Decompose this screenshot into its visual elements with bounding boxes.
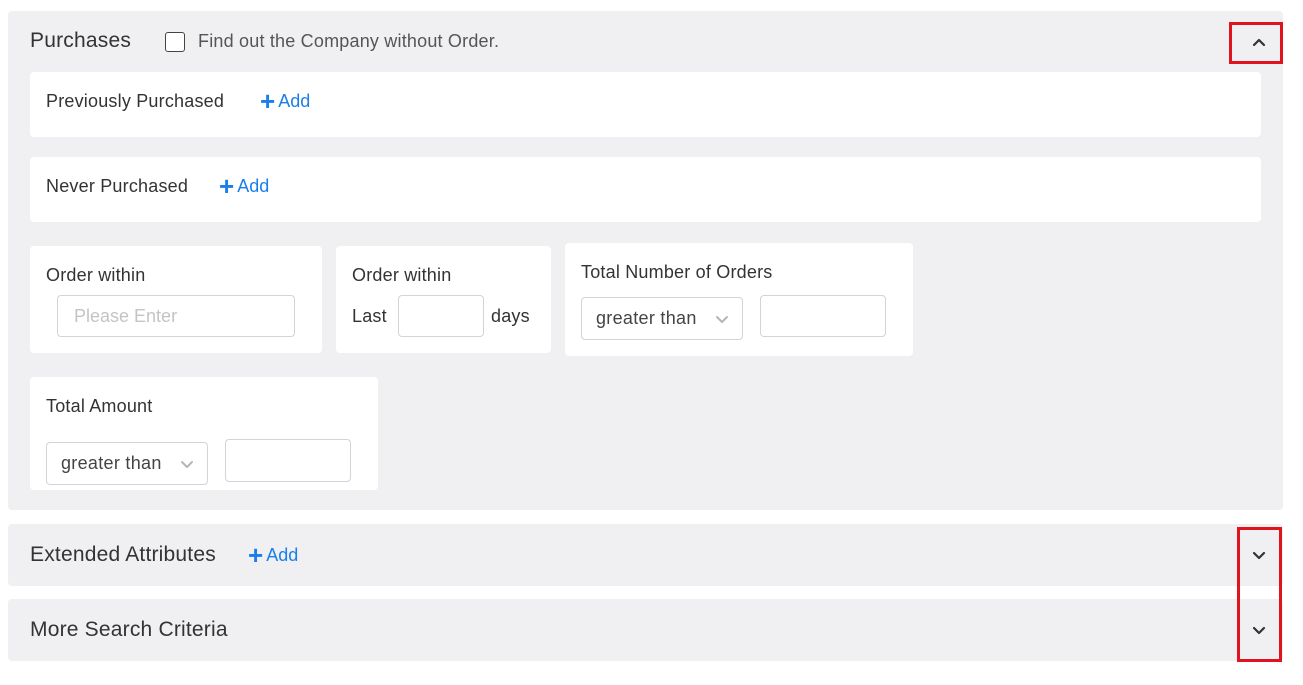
chevron-down-icon [716,315,728,323]
total-orders-title: Total Number of Orders [581,262,773,282]
without-order-checkbox[interactable] [165,31,185,52]
order-within-date-input[interactable] [57,295,295,337]
previously-purchased-label: Previously Purchased [46,91,225,111]
order-within-date-title: Order within [46,265,146,285]
order-within-last-card: Order within Last days [336,246,551,353]
more-search-criteria-title: More Search Criteria [30,618,228,641]
previously-purchased-add-button[interactable]: + Add [260,85,311,116]
purchases-title: Purchases [30,29,132,52]
purchases-panel: Purchases Find out the Company without O… [8,11,1283,510]
without-order-label[interactable]: Find out the Company without Order. [198,31,499,52]
never-purchased-label: Never Purchased [46,176,189,196]
total-orders-card: Total Number of Orders greater than [565,243,913,356]
total-amount-input[interactable] [225,439,351,482]
add-label: Add [237,176,270,196]
days-suffix-label: days [491,306,530,326]
extended-attributes-add-button[interactable]: + Add [248,539,299,570]
extended-attributes-panel[interactable]: Extended Attributes + Add [8,524,1283,586]
chevron-down-icon [181,460,193,468]
highlight-box-expand [1237,527,1282,662]
highlight-box-collapse [1229,22,1283,64]
plus-icon: + [248,539,264,570]
more-search-criteria-panel[interactable]: More Search Criteria [8,599,1283,661]
plus-icon: + [260,85,276,116]
total-amount-operator-select[interactable]: greater than [46,442,208,485]
never-purchased-add-button[interactable]: + Add [219,170,270,201]
add-label: Add [278,91,311,111]
order-within-last-title: Order within [352,265,452,285]
plus-icon: + [219,170,235,201]
never-purchased-row: Never Purchased + Add [30,157,1261,222]
total-orders-operator-value: greater than [596,308,697,328]
extended-attributes-title: Extended Attributes [30,543,216,566]
days-input[interactable] [398,295,484,337]
previously-purchased-row: Previously Purchased + Add [30,72,1261,137]
total-amount-operator-value: greater than [61,453,162,473]
total-orders-operator-select[interactable]: greater than [581,297,743,340]
total-orders-input[interactable] [760,295,886,337]
without-order-checkbox-group[interactable]: Find out the Company without Order. [165,31,499,52]
order-within-date-card: Order within [30,246,322,353]
add-label: Add [266,545,299,565]
last-prefix-label: Last [352,306,387,326]
total-amount-card: Total Amount greater than [30,377,378,490]
total-amount-title: Total Amount [46,396,153,416]
